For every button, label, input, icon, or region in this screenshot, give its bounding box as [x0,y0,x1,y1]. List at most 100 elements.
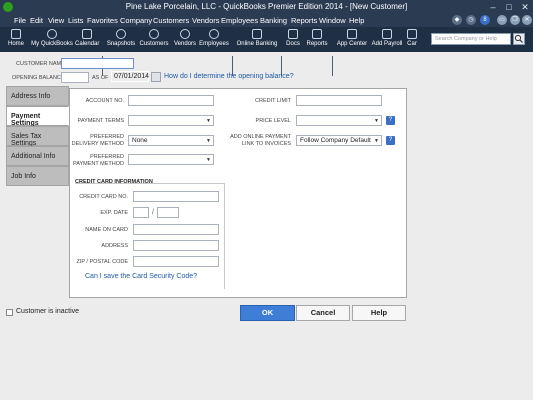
online-payment-label: ADD ONLINE PAYMENT LINK TO INVOICES [230,134,291,147]
app-center-icon [347,29,357,39]
search-input[interactable]: Search Company or Help [431,33,511,45]
customer-name-label: CUSTOMER NAME [16,61,65,67]
menu-view[interactable]: View [48,16,64,25]
cancel-button[interactable]: Cancel [296,305,350,321]
exp-date-label: EXP. DATE [100,210,128,216]
chevron-down-icon: ▼ [206,157,211,163]
menu-edit[interactable]: Edit [30,16,43,25]
online-banking-icon [252,29,262,39]
search-icon [514,34,523,43]
menu-lists[interactable]: Lists [68,16,83,25]
preferred-delivery-label: PREFERRED DELIVERY METHOD [71,134,124,147]
tab-additional-info[interactable]: Additional Info [6,146,69,166]
toolbar-employees[interactable]: Employees [199,29,229,51]
menu-reports[interactable]: Reports [291,16,317,25]
menu-employees[interactable]: Employees [221,16,258,25]
tab-sales-tax-settings[interactable]: Sales Tax Settings [6,126,69,147]
card-no-field[interactable] [133,191,219,202]
opening-balance-label: OPENING BALANCE [12,75,65,81]
customer-name-field[interactable] [61,58,134,69]
customer-inactive-label: Customer is inactive [16,308,80,315]
preferred-payment-label: PREFERRED PAYMENT METHOD [72,154,124,167]
menu-vendors[interactable]: Vendors [192,16,220,25]
toolbar-app-center[interactable]: App Center [335,29,369,51]
search-button[interactable] [513,33,525,45]
online-payment-dropdown[interactable]: Follow Company Default ▼ [296,135,382,146]
employees-icon [209,29,219,39]
zip-field[interactable] [133,256,219,267]
preferred-delivery-dropdown[interactable]: None ▼ [128,135,214,146]
toolbar-my-quickbooks[interactable]: My QuickBooks [30,29,74,51]
clock-icon[interactable]: ◷ [466,15,476,25]
menu-bar: File Edit View Lists Favorites Company C… [0,14,533,27]
card-security-code-link[interactable]: Can I save the Card Security Code? [85,273,197,280]
docs-icon [288,29,298,39]
restore-window-icon[interactable]: ▭ [497,15,507,25]
toolbar-car[interactable]: Car [405,29,419,51]
reports-icon [312,29,322,39]
menu-favorites[interactable]: Favorites [87,16,118,25]
customer-inactive-checkbox[interactable] [6,309,13,316]
toolbar-customers[interactable]: Customers [139,29,169,51]
price-level-label: PRICE LEVEL [255,118,291,124]
credit-limit-label: CREDIT LIMIT [255,98,291,104]
as-of-date-field[interactable]: 07/01/2014 [111,71,149,82]
price-level-help-icon[interactable]: ? [386,116,395,125]
toolbar-separator [332,56,333,76]
ok-button[interactable]: OK [240,305,295,321]
chevron-down-icon: ▼ [206,138,211,144]
menu-banking[interactable]: Banking [260,16,287,25]
name-on-card-label: NAME ON CARD [85,227,128,233]
snapshots-icon [116,29,126,39]
close-button[interactable]: ✕ [517,0,533,14]
address-field[interactable] [133,240,219,251]
menu-help[interactable]: Help [349,16,364,25]
close-child-icon[interactable]: ✕ [522,15,532,25]
alert-bell-icon[interactable]: ◆ [452,15,462,25]
minimize-button[interactable]: – [485,0,501,14]
tab-address-info[interactable]: Address Info [6,86,69,106]
account-no-field[interactable] [128,95,214,106]
title-bar: Pine Lake Porcelain, LLC - QuickBooks Pr… [0,0,533,14]
restore-down-icon[interactable]: ❐ [510,15,520,25]
toolbar-home[interactable]: Home [4,29,28,51]
toolbar-vendors[interactable]: Vendors [172,29,198,51]
toolbar-add-payroll[interactable]: Add Payroll [371,29,403,51]
tab-job-info[interactable]: Job Info [6,166,69,186]
toolbar-calendar[interactable]: Calendar [75,29,99,51]
price-level-dropdown[interactable]: ▼ [296,115,382,126]
my-quickbooks-icon [47,29,57,39]
credit-limit-field[interactable] [296,95,382,106]
toolbar-online-banking[interactable]: Online Banking [236,29,278,51]
credit-card-section-title: CREDIT CARD INFORMATION [75,179,153,185]
exp-year-field[interactable] [157,207,179,218]
calendar-icon [82,29,92,39]
card-no-label: CREDIT CARD NO. [79,194,128,200]
chevron-down-icon: ▼ [374,118,379,124]
toolbar-snapshots[interactable]: Snapshots [106,29,136,51]
toolbar-docs[interactable]: Docs [284,29,302,51]
maximize-button[interactable]: □ [501,0,517,14]
tab-payment-settings[interactable]: Payment Settings [6,106,69,127]
notification-badge[interactable]: 8 [480,15,490,25]
preferred-payment-dropdown[interactable]: ▼ [128,154,214,165]
toolbar-reports[interactable]: Reports [305,29,329,51]
exp-month-field[interactable] [133,207,149,218]
chevron-down-icon: ▼ [374,138,379,144]
opening-balance-help-link[interactable]: How do I determine the opening balance? [164,73,294,80]
name-on-card-field[interactable] [133,224,219,235]
calendar-picker-icon[interactable] [151,72,161,82]
menu-file[interactable]: File [14,16,26,25]
window-title: Pine Lake Porcelain, LLC - QuickBooks Pr… [125,2,408,11]
add-payroll-icon [382,29,392,39]
customers-icon [149,29,159,39]
menu-window[interactable]: Window [319,16,346,25]
online-payment-help-icon[interactable]: ? [386,136,395,145]
address-label: ADDRESS [101,243,128,249]
menu-customers[interactable]: Customers [153,16,189,25]
help-button[interactable]: Help [352,305,406,321]
zip-label: ZIP / POSTAL CODE [76,259,128,265]
payment-terms-dropdown[interactable]: ▼ [128,115,214,126]
opening-balance-field[interactable] [61,72,89,83]
menu-company[interactable]: Company [120,16,152,25]
